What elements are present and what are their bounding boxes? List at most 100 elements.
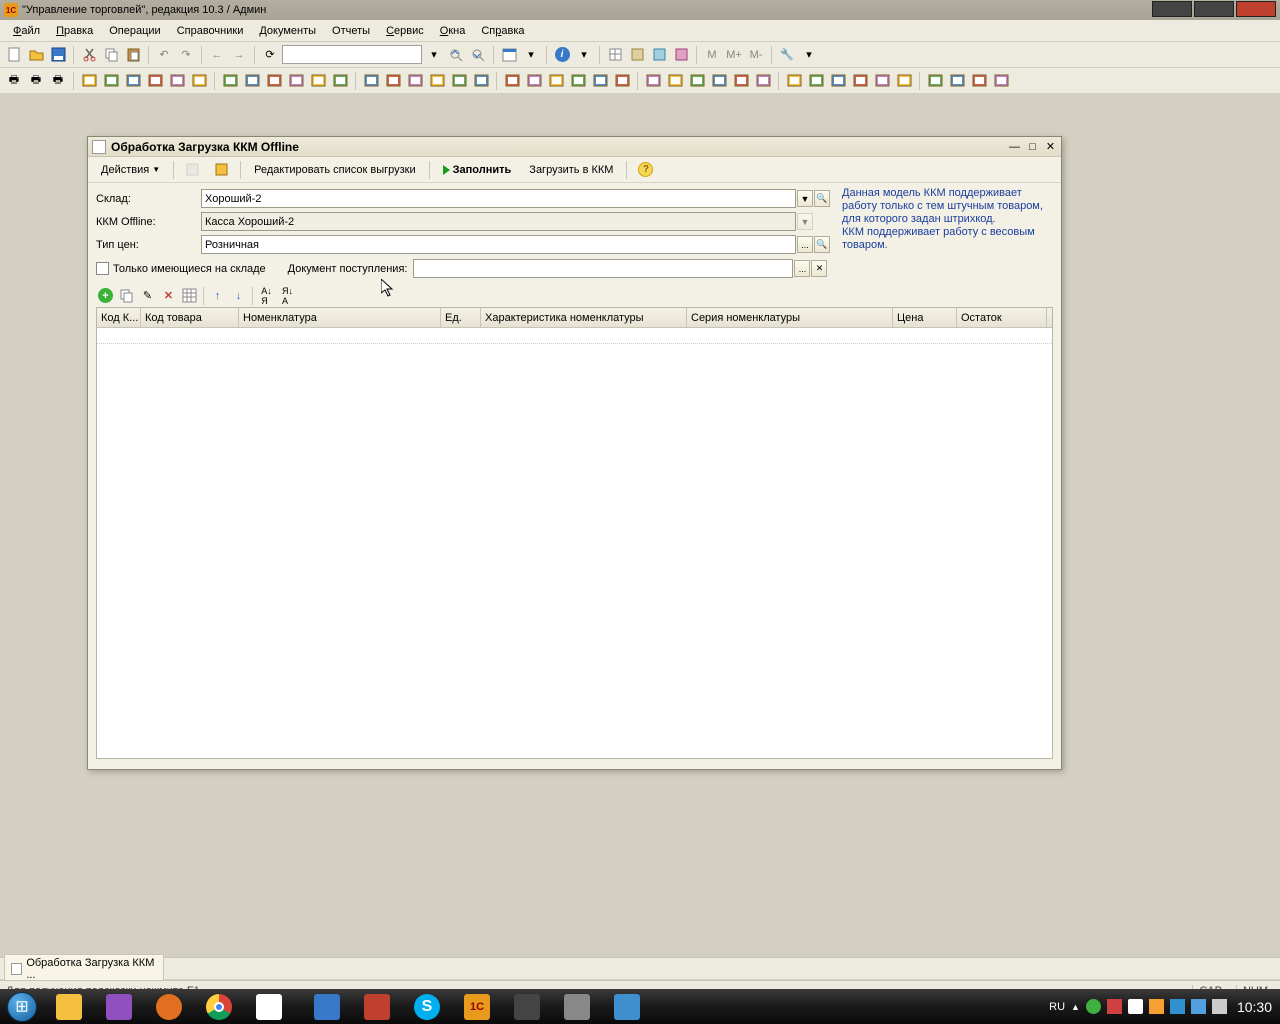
grid-column-header[interactable]: Код товара	[141, 308, 239, 327]
maximize-button[interactable]	[1194, 1, 1234, 17]
toolbar2-item-36[interactable]	[925, 71, 945, 91]
menu-operations[interactable]: Операции	[102, 23, 167, 39]
toolbar2-item-30[interactable]	[784, 71, 804, 91]
grid-column-header[interactable]: Остаток	[957, 308, 1047, 327]
warehouse-input[interactable]: Хороший-2	[201, 189, 796, 208]
task-item[interactable]	[553, 990, 601, 1023]
toolbar2-item-19[interactable]	[524, 71, 544, 91]
grid-down-button[interactable]: ↓	[229, 286, 248, 305]
task-item[interactable]	[353, 990, 401, 1023]
print-icon[interactable]: 🖶	[26, 71, 46, 91]
receipt-doc-input[interactable]	[413, 259, 793, 278]
close-button[interactable]	[1236, 1, 1276, 17]
child-close-button[interactable]: ✕	[1042, 139, 1059, 154]
toolbar2-item-28[interactable]	[731, 71, 751, 91]
toolbar2-item-29[interactable]	[753, 71, 773, 91]
grid-column-header[interactable]: Серия номенклатуры	[687, 308, 893, 327]
toolbar2-item-6[interactable]	[220, 71, 240, 91]
print-icon[interactable]: 🖶	[4, 71, 24, 91]
task-item[interactable]	[145, 990, 193, 1023]
find-prev-icon[interactable]	[446, 45, 466, 65]
copy-icon[interactable]	[101, 45, 121, 65]
grid-sort-desc-button[interactable]: Я↓А	[278, 286, 297, 305]
grid-column-header[interactable]: Цена	[893, 308, 957, 327]
start-button[interactable]	[0, 989, 44, 1024]
tool-icon-4[interactable]	[671, 45, 691, 65]
load-button[interactable]: Загрузить в ККМ	[522, 161, 620, 179]
menu-reports[interactable]: Отчеты	[325, 23, 377, 39]
toolbar2-item-7[interactable]	[242, 71, 262, 91]
task-skype[interactable]: S	[403, 990, 451, 1023]
warehouse-search-button[interactable]: 🔍	[814, 190, 830, 207]
child-maximize-button[interactable]: □	[1024, 139, 1041, 154]
menu-help[interactable]: Справка	[474, 23, 531, 39]
grid-table-button[interactable]	[180, 286, 199, 305]
find-next-icon[interactable]	[468, 45, 488, 65]
info-icon[interactable]: i	[552, 45, 572, 65]
grid-column-header[interactable]: Номенклатура	[239, 308, 441, 327]
toolbar2-item-3[interactable]	[145, 71, 165, 91]
tray-icon[interactable]	[1191, 999, 1206, 1014]
child-minimize-button[interactable]: —	[1006, 139, 1023, 154]
menu-edit[interactable]: Правка	[49, 23, 100, 39]
task-item[interactable]	[245, 990, 293, 1023]
toolbar2-item-0[interactable]	[79, 71, 99, 91]
task-explorer[interactable]	[45, 990, 93, 1023]
toolbar2-item-26[interactable]	[687, 71, 707, 91]
toolbar2-item-2[interactable]	[123, 71, 143, 91]
print-icon[interactable]: 🖶	[48, 71, 68, 91]
help-button[interactable]: ?	[633, 159, 658, 180]
fill-button[interactable]: Заполнить	[436, 161, 519, 179]
toolbar2-item-23[interactable]	[612, 71, 632, 91]
open-icon[interactable]	[26, 45, 46, 65]
toolbar2-item-32[interactable]	[828, 71, 848, 91]
toolbar2-item-25[interactable]	[665, 71, 685, 91]
menu-catalogs[interactable]: Справочники	[170, 23, 251, 39]
grid-up-button[interactable]: ↑	[208, 286, 227, 305]
toolbar2-item-31[interactable]	[806, 71, 826, 91]
calendar-icon[interactable]	[499, 45, 519, 65]
toolbar2-item-20[interactable]	[546, 71, 566, 91]
toolbar2-item-8[interactable]	[264, 71, 284, 91]
clock[interactable]: 10:30	[1237, 999, 1272, 1015]
actions-button[interactable]: Действия▼	[94, 161, 167, 179]
price-input[interactable]: Розничная	[201, 235, 796, 254]
menu-windows[interactable]: Окна	[433, 23, 473, 39]
lang-indicator[interactable]: RU	[1049, 1001, 1065, 1013]
network-icon[interactable]	[1212, 999, 1227, 1014]
price-select-button[interactable]: ...	[797, 236, 813, 253]
child-titlebar[interactable]: Обработка Загрузка ККМ Offline — □ ✕	[88, 137, 1061, 157]
grid-delete-button[interactable]: ✕	[159, 286, 178, 305]
menu-documents[interactable]: Документы	[252, 23, 323, 39]
dropdown-icon[interactable]: ▾	[424, 45, 444, 65]
menu-file[interactable]: Файл	[6, 23, 47, 39]
toolbar2-item-17[interactable]	[471, 71, 491, 91]
grid-column-header[interactable]: Ед.	[441, 308, 481, 327]
only-stock-checkbox[interactable]	[96, 262, 109, 275]
volume-icon[interactable]	[1128, 999, 1143, 1014]
settings-icon[interactable]: 🔧	[777, 45, 797, 65]
price-search-button[interactable]: 🔍	[814, 236, 830, 253]
task-item[interactable]	[603, 990, 651, 1023]
save-icon[interactable]	[48, 45, 68, 65]
ct-icon-2[interactable]	[209, 159, 234, 180]
task-item[interactable]	[95, 990, 143, 1023]
task-1c[interactable]: 1C	[453, 990, 501, 1023]
edit-list-button[interactable]: Редактировать список выгрузки	[247, 161, 423, 179]
toolbar2-item-27[interactable]	[709, 71, 729, 91]
windowbar-item[interactable]: Обработка Загрузка ККМ ...	[4, 954, 164, 984]
receipt-doc-clear-button[interactable]: ✕	[811, 260, 827, 277]
refresh-icon[interactable]: ⟳	[260, 45, 280, 65]
toolbar2-item-11[interactable]	[330, 71, 350, 91]
toolbar2-item-33[interactable]	[850, 71, 870, 91]
tool-icon-3[interactable]	[649, 45, 669, 65]
grid-add-button[interactable]: +	[96, 286, 115, 305]
grid-edit-button[interactable]: ✎	[138, 286, 157, 305]
paste-icon[interactable]	[123, 45, 143, 65]
grid-copy-button[interactable]	[117, 286, 136, 305]
toolbar2-item-22[interactable]	[590, 71, 610, 91]
toolbar2-item-21[interactable]	[568, 71, 588, 91]
toolbar2-item-18[interactable]	[502, 71, 522, 91]
toolbar2-item-16[interactable]	[449, 71, 469, 91]
tool-icon-2[interactable]	[627, 45, 647, 65]
